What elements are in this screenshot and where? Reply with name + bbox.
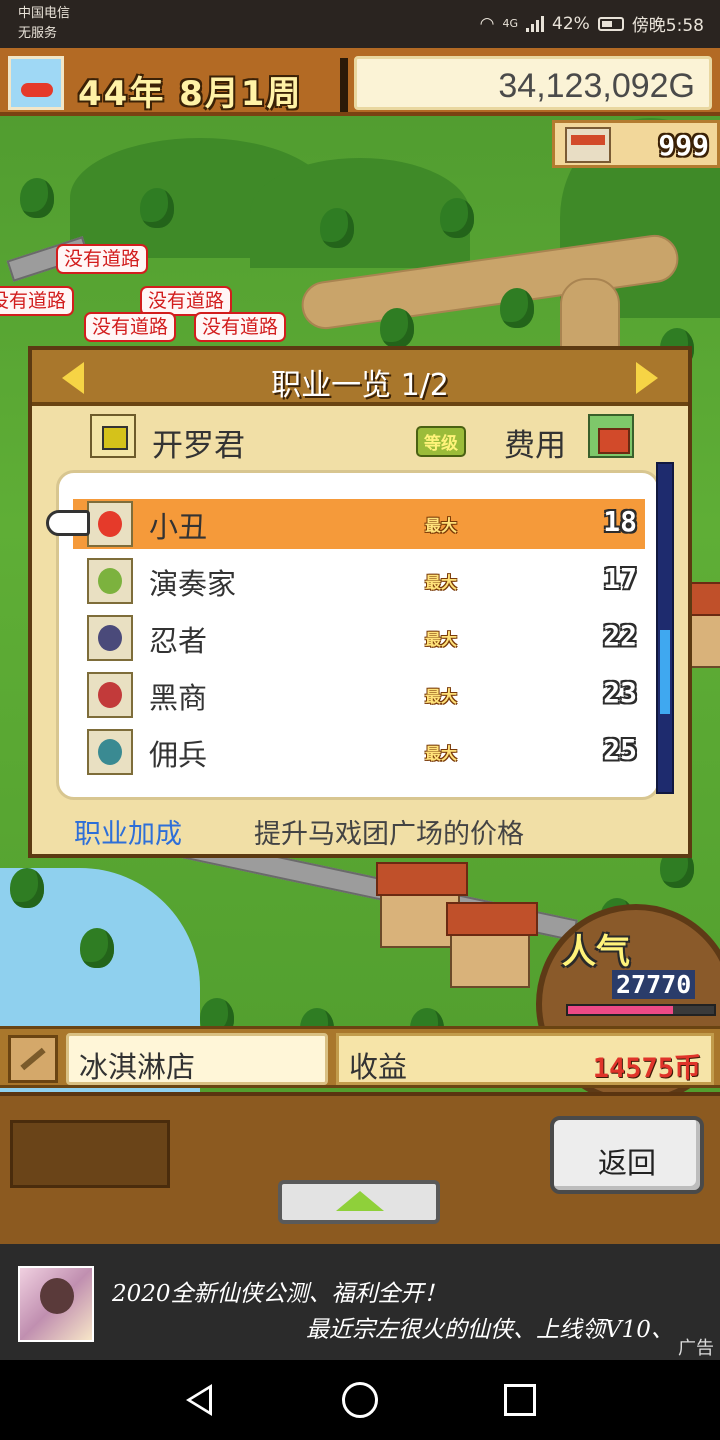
tree [140, 188, 174, 228]
no-road-label: 没有道路 [56, 244, 149, 274]
back-button-label: 返回 [597, 1146, 656, 1180]
back-button[interactable]: 返回 [550, 1116, 704, 1194]
tree [10, 868, 44, 908]
building-name-box: 冰淇淋店 [66, 1033, 328, 1085]
job-name: 演奏家 [149, 567, 237, 601]
popularity-value: 27770 [612, 970, 696, 999]
status-icons: ◠ 4G 42% 傍晚5:58 [479, 11, 704, 37]
tree [20, 178, 54, 218]
next-page-arrow-icon[interactable] [636, 362, 658, 394]
dialog-info-row: 开罗君 等级 费用 [32, 410, 688, 468]
calendar-icon[interactable] [8, 56, 64, 110]
service-status: 无服务 [18, 26, 58, 41]
building-bar: 冰淇淋店 收益 14575币 [0, 1026, 720, 1088]
game-date: 44年 8月1周 [78, 74, 303, 114]
job-level: 最大 [425, 516, 458, 535]
cost-header: 费用 [504, 428, 566, 464]
job-name: 黑商 [149, 681, 208, 715]
popularity-title: 人气 [562, 932, 630, 972]
job-cost: 25 [603, 733, 637, 766]
population-display[interactable]: 999 [552, 120, 720, 168]
kairo-name: 开罗君 [152, 428, 245, 464]
pointing-hand-icon [46, 510, 90, 536]
empty-button-slot [10, 1120, 170, 1188]
house-icon [565, 127, 611, 163]
nav-recent-apps-icon[interactable] [504, 1384, 536, 1416]
carrier-info: 中国电信 无服务 [18, 4, 70, 44]
revenue-label: 收益 [349, 1050, 408, 1084]
mercenary-avatar-icon [87, 729, 133, 775]
signal-icon [526, 15, 545, 32]
tree [380, 308, 414, 348]
network-type: 4G [502, 17, 519, 30]
revenue-box: 收益 14575币 [336, 1033, 714, 1085]
job-list[interactable]: 小丑 最大 18 演奏家 最大 17 忍者 最大 22 黑商 最大 23 佣兵 … [56, 470, 660, 800]
revenue-value: 14575币 [592, 1053, 701, 1084]
job-level: 最大 [425, 630, 458, 649]
house [446, 902, 538, 988]
musician-avatar-icon [87, 558, 133, 604]
level-header: 等级 [416, 426, 466, 457]
nav-back-icon[interactable] [186, 1384, 212, 1416]
nav-home-icon[interactable] [342, 1382, 378, 1418]
merchant-avatar-icon [87, 672, 133, 718]
mountain [250, 158, 470, 268]
building-name: 冰淇淋店 [79, 1050, 196, 1084]
job-cost: 17 [603, 562, 637, 595]
job-name: 忍者 [149, 624, 208, 658]
population-value: 999 [658, 129, 709, 162]
hammer-icon[interactable] [8, 1035, 58, 1083]
ninja-avatar-icon [87, 615, 133, 661]
no-road-label: 没有道路 [84, 312, 177, 342]
no-road-label: 没有道路 [0, 286, 75, 316]
ad-label: 广告 [678, 1338, 714, 1359]
job-row[interactable]: 佣兵 最大 25 [73, 727, 645, 777]
no-road-label: 没有道路 [194, 312, 287, 342]
carrier-name: 中国电信 [18, 6, 71, 21]
job-level: 最大 [425, 744, 458, 763]
ad-thumbnail[interactable] [18, 1266, 94, 1342]
job-level: 最大 [425, 573, 458, 592]
job-level: 最大 [425, 687, 458, 706]
job-row[interactable]: 小丑 最大 18 [73, 499, 645, 549]
clock: 傍晚5:58 [631, 16, 704, 36]
ad-banner[interactable]: 2020全新仙侠公测、福利全开！ 最近宗左很火的仙侠、上线领V10、 广告 [0, 1244, 720, 1360]
battery-percent: 42% [552, 13, 590, 34]
dialog-header: 职业一览 1/2 [32, 350, 688, 406]
battery-icon [597, 16, 624, 31]
ad-headline: 2020全新仙侠公测、福利全开！ [112, 1281, 447, 1307]
job-cost: 23 [603, 676, 637, 709]
clown-avatar-icon [87, 501, 133, 547]
job-row[interactable]: 演奏家 最大 17 [73, 556, 645, 606]
tree [320, 208, 354, 248]
status-bar: 中国电信 无服务 ◠ 4G 42% 傍晚5:58 [0, 0, 720, 48]
money-display: 34,123,092G [354, 56, 712, 110]
cost-house-icon [588, 414, 634, 458]
popularity-bar-fill [568, 1006, 674, 1014]
job-name: 佣兵 [149, 738, 208, 772]
job-bonus-text: 提升马戏团广场的价格 [254, 819, 524, 850]
control-panel: 返回 [0, 1092, 720, 1244]
job-row[interactable]: 黑商 最大 23 [73, 670, 645, 720]
money-value: 34,123,092G [498, 67, 695, 105]
dialog-title: 职业一览 1/2 [271, 368, 449, 403]
kairo-avatar-icon [90, 414, 136, 458]
tree [440, 198, 474, 238]
job-cost: 18 [603, 505, 637, 538]
scrollbar-thumb[interactable] [660, 630, 670, 714]
hud-divider [340, 58, 348, 112]
job-list-dialog: 职业一览 1/2 开罗君 等级 费用 小丑 最大 18 演奏家 最大 17 忍者… [28, 346, 692, 858]
popularity-bar [566, 1004, 716, 1016]
job-bonus-label: 职业加成 [74, 819, 182, 850]
system-nav-bar [0, 1360, 720, 1440]
list-scrollbar[interactable] [656, 462, 674, 794]
wifi-icon: ◠ [479, 13, 495, 34]
job-cost: 22 [603, 619, 637, 652]
tree [80, 928, 114, 968]
job-name: 小丑 [149, 510, 208, 544]
expand-up-button[interactable] [278, 1180, 440, 1224]
job-row[interactable]: 忍者 最大 22 [73, 613, 645, 663]
tree [500, 288, 534, 328]
ad-subline: 最近宗左很火的仙侠、上线领V10、 [306, 1317, 674, 1343]
